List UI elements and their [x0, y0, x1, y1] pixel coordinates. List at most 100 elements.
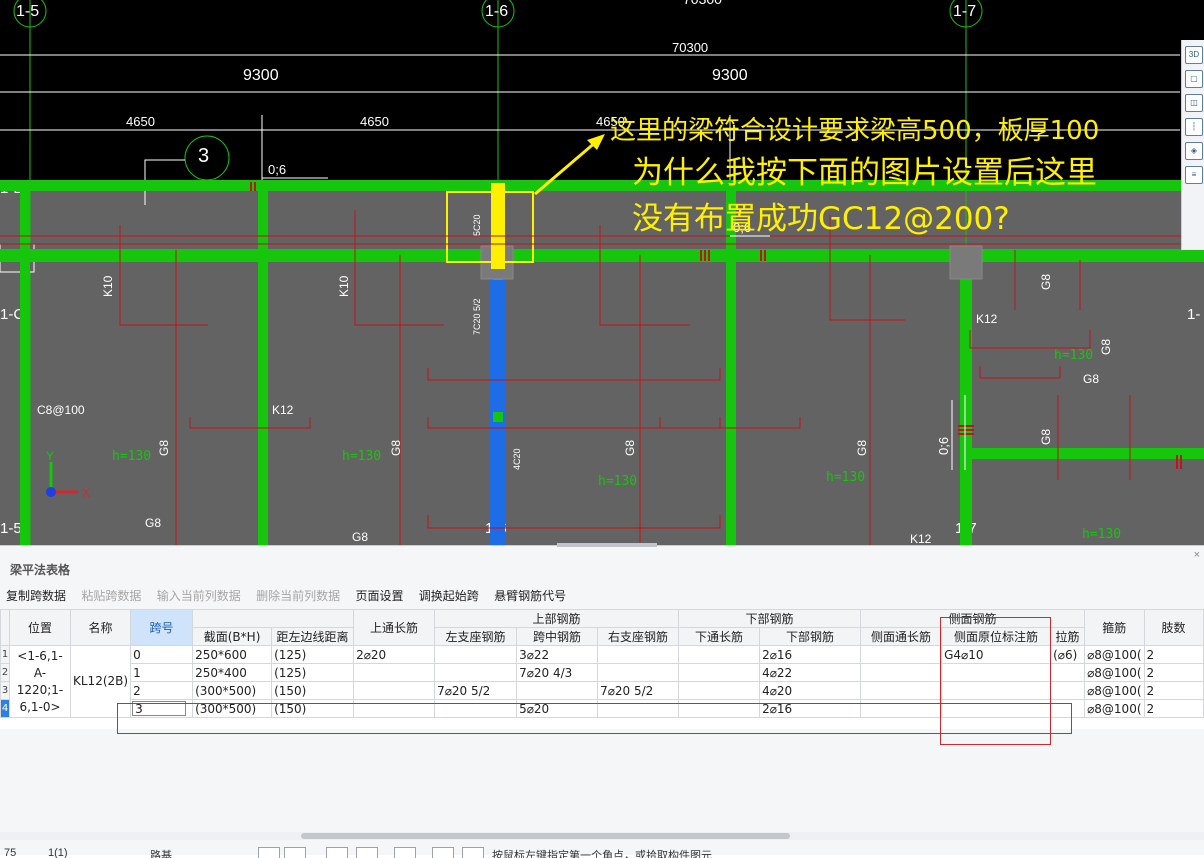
cell-top-through[interactable]: 2⌀20: [353, 645, 436, 664]
cell-section[interactable]: (300*500): [192, 699, 273, 718]
beam-col-1-7[interactable]: [960, 262, 972, 545]
cell-right-support[interactable]: [597, 663, 680, 682]
row-number[interactable]: 2: [0, 663, 10, 682]
beam-secondary[interactable]: [972, 448, 1204, 459]
cantilever-code-button[interactable]: 悬臂钢筋代号: [494, 589, 566, 603]
cell-tie[interactable]: [1050, 699, 1086, 718]
cell-tie[interactable]: [1050, 663, 1086, 682]
cell-position[interactable]: <1-6,1-A-1220;1-6,1-0>: [9, 645, 71, 718]
horizontal-scrollbar[interactable]: [0, 832, 1204, 840]
cell-top-through[interactable]: [353, 699, 436, 718]
cell-offset[interactable]: (125): [271, 663, 355, 682]
snap-button[interactable]: [258, 847, 280, 858]
cell-right-support[interactable]: [597, 645, 680, 664]
cell-tie[interactable]: (⌀6): [1050, 645, 1086, 664]
cell-bottom-through[interactable]: [678, 681, 761, 700]
cell-tie[interactable]: [1050, 681, 1086, 700]
cell-side-through[interactable]: [860, 699, 943, 718]
delete-column-button[interactable]: 删除当前列数据: [256, 589, 340, 603]
beam-grip-mid[interactable]: [493, 412, 503, 422]
cell-span[interactable]: 0: [130, 645, 194, 664]
cell-stirrup[interactable]: ⌀8@100(: [1084, 663, 1145, 682]
cell-section[interactable]: 250*400: [192, 663, 273, 682]
cell-mid-span[interactable]: 7⌀20 4/3: [516, 663, 599, 682]
row-number[interactable]: 3: [0, 681, 10, 700]
cell-legs[interactable]: 2: [1143, 663, 1204, 682]
cell-bottom-bar[interactable]: 2⌀16: [759, 645, 862, 664]
box-icon[interactable]: ▢: [1185, 70, 1203, 88]
cell-stirrup[interactable]: ⌀8@100(: [1084, 645, 1145, 664]
cell-right-support[interactable]: 7⌀20 5/2: [597, 681, 680, 700]
cell-left-support[interactable]: [434, 645, 518, 664]
cell-side-orig[interactable]: [941, 663, 1052, 682]
swap-start-span-button[interactable]: 调换起始跨: [419, 589, 479, 603]
beam-grid[interactable]: 位置 名称 跨号 上通长筋 上部钢筋 下部钢筋 侧面钢筋 箍筋 肢数 截面(B*…: [0, 609, 1204, 729]
cell-mid-span[interactable]: 3⌀22: [516, 645, 599, 664]
grid-button[interactable]: [394, 847, 416, 858]
cell-offset[interactable]: (125): [271, 645, 355, 664]
cell-side-through[interactable]: [860, 645, 943, 664]
cell-side-orig[interactable]: [941, 699, 1052, 718]
cell-offset[interactable]: (150): [271, 681, 355, 700]
cell-bottom-bar[interactable]: 4⌀22: [759, 663, 862, 682]
cell-offset[interactable]: (150): [271, 699, 355, 718]
drawing-canvas[interactable]: 1-5 1-6 1-7 70300 70300 9300 9300 4650 4…: [0, 0, 1204, 545]
cell-span[interactable]: 2: [130, 681, 194, 700]
beam-col-1-5[interactable]: [20, 180, 30, 545]
cell-left-support[interactable]: 7⌀20 5/2: [434, 681, 518, 700]
dashed-rect-icon[interactable]: ┆: [1185, 118, 1203, 136]
cell-top-through[interactable]: [353, 681, 436, 700]
cell-side-through[interactable]: [860, 681, 943, 700]
cell-legs[interactable]: 2: [1143, 681, 1204, 700]
cell-section[interactable]: (300*500): [192, 681, 273, 700]
cell-right-support[interactable]: [597, 699, 680, 718]
polar-button[interactable]: [356, 847, 378, 858]
cube-icon[interactable]: ◫: [1185, 94, 1203, 112]
cell-bottom-through[interactable]: [678, 663, 761, 682]
table-row[interactable]: 3 2 (300*500) (150) 7⌀20 5/2 7⌀20 5/2 4⌀…: [0, 681, 1204, 700]
cross-button[interactable]: [326, 847, 348, 858]
beam-col-a[interactable]: [258, 180, 268, 545]
cell-left-support[interactable]: [434, 699, 518, 718]
cell-top-through[interactable]: [353, 663, 436, 682]
table-row-current[interactable]: 4 3 (300*500) (150) 5⌀20 2⌀16 ⌀8@100( 2: [0, 699, 1204, 718]
cell-stirrup[interactable]: ⌀8@100(: [1084, 681, 1145, 700]
row-number[interactable]: 1: [0, 645, 10, 664]
cell-name[interactable]: KL12(2B): [69, 645, 132, 718]
beam-1-D[interactable]: [0, 249, 1204, 262]
cell-bottom-bar[interactable]: 4⌀20: [759, 681, 862, 700]
table-row[interactable]: 1 <1-6,1-A-1220;1-6,1-0> KL12(2B) 0 250*…: [0, 645, 1204, 718]
cell-bottom-bar[interactable]: 2⌀16: [759, 699, 862, 718]
close-icon[interactable]: ×: [1194, 549, 1200, 561]
cell-side-orig[interactable]: G4⌀10: [941, 645, 1052, 664]
row-number[interactable]: 4: [0, 699, 10, 718]
cell-stirrup[interactable]: ⌀8@100(: [1084, 699, 1145, 718]
cell-mid-span[interactable]: [516, 681, 599, 700]
span-edit-input[interactable]: 3: [132, 701, 187, 716]
cell-legs[interactable]: 2: [1143, 645, 1204, 664]
cell-mid-span[interactable]: 5⌀20: [516, 699, 599, 718]
cell-side-through[interactable]: [860, 663, 943, 682]
page-setup-button[interactable]: 页面设置: [355, 589, 403, 603]
cell-span-editing[interactable]: 3: [130, 699, 194, 718]
dyn-button[interactable]: [432, 847, 454, 858]
table-row[interactable]: 2 1 250*400 (125) 7⌀20 4/3 4⌀22 ⌀8@100( …: [0, 663, 1204, 682]
column-1-7-D[interactable]: [949, 245, 983, 280]
scrollbar-thumb[interactable]: [301, 833, 790, 839]
cad-viewport[interactable]: 1-5 1-6 1-7 70300 70300 9300 9300 4650 4…: [0, 0, 1204, 545]
3d-icon[interactable]: 3D: [1185, 46, 1203, 64]
cell-bottom-through[interactable]: [678, 645, 761, 664]
col-span[interactable]: 跨号: [130, 609, 194, 646]
cell-side-orig[interactable]: [941, 681, 1052, 700]
cell-bottom-through[interactable]: [678, 699, 761, 718]
cell-left-support[interactable]: [434, 663, 518, 682]
lw-button[interactable]: [462, 847, 484, 858]
cell-span[interactable]: 1: [130, 663, 194, 682]
input-column-button[interactable]: 输入当前列数据: [157, 589, 241, 603]
cell-legs[interactable]: 2: [1143, 699, 1204, 718]
beam-selected-1-6[interactable]: [490, 262, 505, 545]
paste-span-button[interactable]: 粘贴跨数据: [81, 589, 141, 603]
list-icon[interactable]: ≡: [1185, 166, 1203, 184]
view-icon[interactable]: ◈: [1185, 142, 1203, 160]
cell-section[interactable]: 250*600: [192, 645, 273, 664]
